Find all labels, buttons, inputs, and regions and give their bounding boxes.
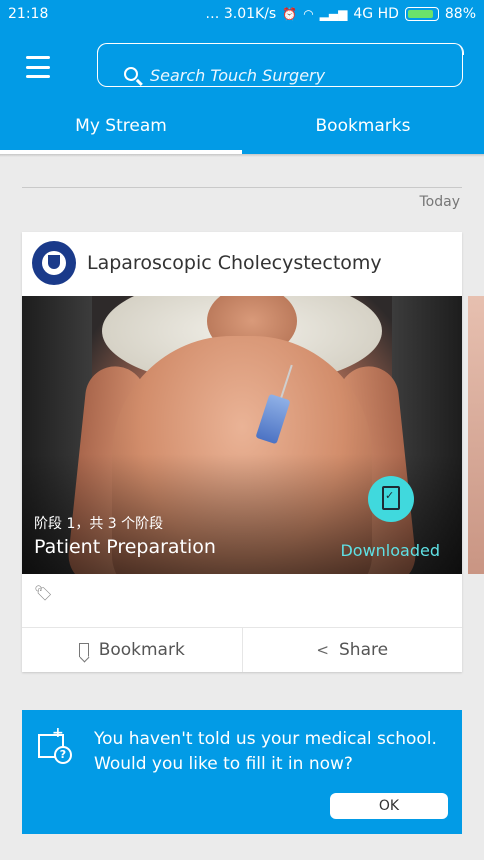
stage-name: Patient Preparation [34,536,216,558]
card-header: Laparoscopic Cholecystectomy [22,232,462,296]
share-icon: < [316,641,329,659]
battery-level: 88% [444,6,476,22]
search-icon [124,67,138,81]
search-input[interactable] [150,63,440,87]
tablet-check-icon [382,486,400,510]
tab-shadow [0,154,484,157]
battery-icon [404,7,439,21]
tab-bar: My Stream Bookmarks [0,104,484,154]
medical-school-prompt: + ? You haven't told us your medical sch… [22,710,462,834]
card-actions: Bookmark < Share [22,628,462,672]
procedure-image[interactable]: 阶段 1，共 3 个阶段 Patient Preparation Downloa… [22,296,462,574]
stage-label: 阶段 1，共 3 个阶段 [34,516,164,532]
signal-icon: ▂▄▆ [319,7,348,21]
wifi-icon: ◠ [303,7,314,21]
status-time: 21:18 [8,6,49,22]
procedure-title: Laparoscopic Cholecystectomy [87,252,382,274]
status-bar: 21:18 … 3.01K/s ⏰ ◠ ▂▄▆ 4G HD 88% [0,0,484,30]
tags-row: 🏷 [22,574,462,628]
procedure-card[interactable]: Laparoscopic Cholecystectomy 阶段 1，共 3 个阶… [22,232,462,672]
bookmark-label: Bookmark [98,640,185,660]
share-label: Share [339,640,389,660]
network-speed: … 3.01K/s [205,6,277,22]
tag-icon[interactable]: 🏷 [34,586,53,601]
institution-logo [32,241,76,285]
hospital-icon: + ? [38,726,74,766]
menu-icon[interactable] [22,52,54,82]
next-card-peek[interactable] [468,296,484,574]
alarm-icon: ⏰ [282,7,298,21]
downloaded-label: Downloaded [340,541,440,560]
prompt-message: You haven't told us your medical school.… [94,729,437,774]
bookmark-button[interactable]: Bookmark [22,628,242,672]
tab-my-stream[interactable]: My Stream [0,104,242,154]
share-button[interactable]: < Share [241,628,463,672]
network-type: 4G HD [353,6,399,22]
downloaded-badge [368,476,414,522]
search-box[interactable] [96,43,464,87]
status-indicators: … 3.01K/s ⏰ ◠ ▂▄▆ 4G HD 88% [205,6,476,22]
date-divider [22,187,462,188]
tab-bookmarks[interactable]: Bookmarks [242,104,484,154]
app-bar: My Stream Bookmarks [0,30,484,154]
ok-button[interactable]: OK [330,793,448,819]
date-label: Today [419,194,461,210]
bookmark-icon [78,643,89,657]
